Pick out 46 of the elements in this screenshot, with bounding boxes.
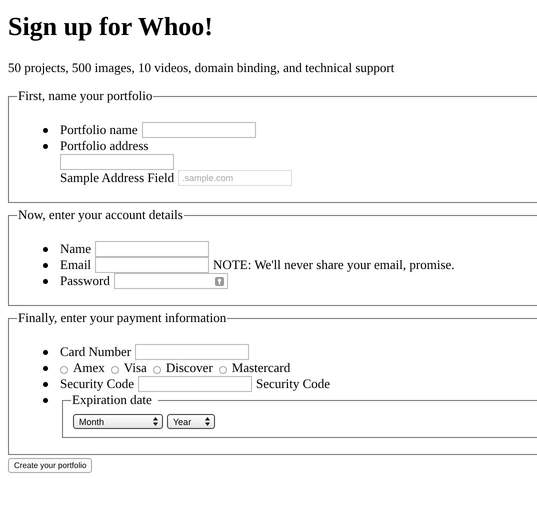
updown-arrows-icon (205, 417, 210, 426)
bullet-icon (43, 279, 48, 284)
radio-label: Amex (73, 360, 105, 376)
field-label: Card Number (60, 344, 132, 360)
bullet-icon (43, 263, 48, 268)
bullet-icon (43, 350, 48, 355)
dropdown[interactable]: Month (73, 414, 163, 429)
field-label: Password (60, 273, 110, 289)
section-legend: Finally, enter your payment information (17, 310, 228, 326)
group-legend: Expiration date (71, 392, 158, 408)
bullet-icon (43, 144, 48, 149)
radio-label: Mastercard (232, 360, 290, 376)
bullet-icon (43, 398, 48, 403)
section-legend: Now, enter your account details (17, 207, 184, 223)
input-field[interactable] (138, 376, 252, 392)
bullet-icon (43, 128, 48, 133)
radio-label: Visa (124, 360, 147, 376)
radio-button[interactable] (218, 366, 227, 374)
page-title: Sign up for Whoo! (8, 12, 214, 42)
intro-text: 50 projects, 500 images, 10 videos, domain binding, and technical support (8, 60, 394, 76)
radio-button[interactable] (110, 366, 119, 374)
input-field[interactable] (95, 241, 210, 257)
key-icon (214, 276, 224, 286)
submit-button[interactable]: Create your portfolio (8, 458, 92, 473)
dropdown[interactable]: Year (167, 414, 215, 429)
input-field[interactable] (60, 154, 174, 170)
field-label: Sample Address Field (60, 170, 174, 186)
input-field[interactable] (142, 122, 256, 138)
section-legend: First, name your portfolio (17, 88, 154, 104)
field-label: Email (60, 257, 92, 273)
field-label: Security Code (60, 376, 134, 392)
field-note: NOTE: We'll never share your email, promise. (213, 257, 455, 273)
field-label: Portfolio address (60, 138, 150, 154)
updown-arrows-icon (153, 417, 158, 426)
input-field[interactable] (95, 257, 210, 273)
field-label: Name (60, 241, 92, 257)
radio-button[interactable] (60, 366, 68, 374)
field-label: Portfolio name (60, 122, 138, 138)
field-note: Security Code (256, 376, 330, 392)
bullet-icon (43, 247, 48, 252)
bullet-icon (43, 382, 48, 387)
radio-button[interactable] (152, 366, 161, 374)
radio-label: Discover (166, 360, 213, 376)
input-field[interactable] (135, 344, 250, 360)
password-field[interactable] (114, 273, 228, 289)
bullet-icon (43, 366, 48, 371)
